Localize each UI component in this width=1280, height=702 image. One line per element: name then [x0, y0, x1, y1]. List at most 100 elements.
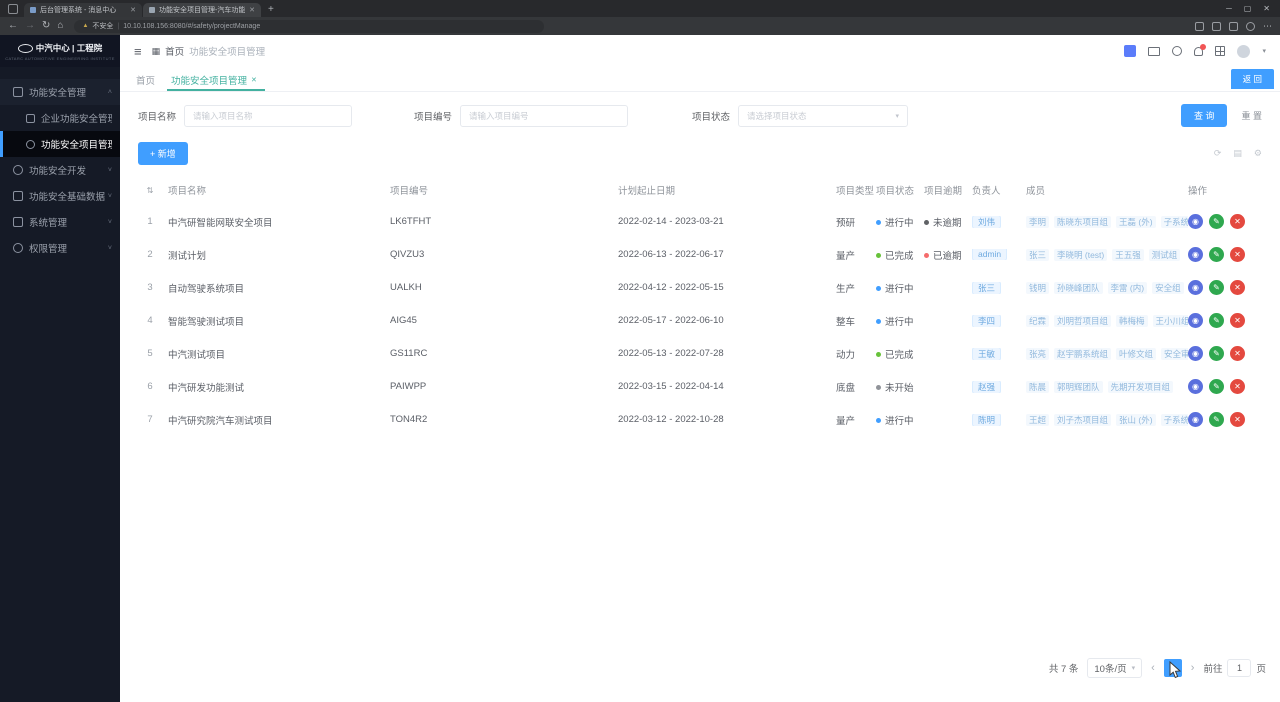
- project-type: 预研: [836, 217, 856, 229]
- delete-button[interactable]: ✕: [1230, 379, 1245, 394]
- add-button[interactable]: + 新增: [138, 142, 188, 165]
- project-code: QIVZU3: [390, 249, 425, 260]
- project-name-link[interactable]: 自动驾驶系统项目: [168, 281, 390, 295]
- tab2-close-icon[interactable]: ✕: [249, 6, 255, 14]
- browser-tab-2[interactable]: 功能安全项目管理-汽车功能安全平台 ✕: [143, 3, 261, 17]
- hamburger-icon[interactable]: ≡: [134, 44, 142, 59]
- sort-icon[interactable]: ⇅: [147, 186, 154, 195]
- sidebar-item-system-management[interactable]: 系统管理 ˅: [0, 209, 120, 235]
- page-size-select[interactable]: 10条/页 ▾: [1087, 658, 1143, 678]
- member-chip: 陈晨: [1026, 380, 1050, 393]
- delete-button[interactable]: ✕: [1230, 214, 1245, 229]
- row-actions: ◉ ✎ ✕: [1188, 412, 1262, 427]
- project-name-link[interactable]: 中汽研究院汽车测试项目: [168, 413, 390, 427]
- refresh-icon[interactable]: ⟳: [1214, 148, 1222, 159]
- edit-button[interactable]: ✎: [1209, 412, 1224, 427]
- home-icon[interactable]: ⌂: [57, 21, 63, 31]
- app-shortcut-icon[interactable]: [1124, 45, 1137, 57]
- project-name-link[interactable]: 中汽研发功能测试: [168, 380, 390, 394]
- delete-button[interactable]: ✕: [1230, 280, 1245, 295]
- delete-button[interactable]: ✕: [1230, 412, 1245, 427]
- browser-menu-icon[interactable]: ⋯: [1263, 21, 1272, 32]
- tag-active[interactable]: 功能安全项目管理 ✕: [167, 67, 265, 91]
- project-dates: 2022-06-13 - 2022-06-17: [618, 249, 724, 260]
- split-screen-icon[interactable]: [1195, 21, 1204, 31]
- view-button[interactable]: ◉: [1188, 214, 1203, 229]
- project-name-link[interactable]: 中汽研智能网联安全项目: [168, 215, 390, 229]
- view-button[interactable]: ◉: [1188, 247, 1203, 262]
- sidebar-item-safety-management[interactable]: 功能安全管理 ˄: [0, 79, 120, 105]
- tab1-close-icon[interactable]: ✕: [130, 6, 136, 14]
- forward-icon[interactable]: →: [25, 21, 35, 31]
- project-status: 已完成: [876, 248, 924, 262]
- edit-button[interactable]: ✎: [1209, 214, 1224, 229]
- tab-overview-icon[interactable]: [8, 4, 18, 14]
- project-owner: 赵强: [972, 380, 1026, 393]
- browser-toolbar: ← → ↻ ⌂ ▲ 不安全 | 10.10.108.156:8080/#/saf…: [0, 17, 1280, 35]
- back-icon[interactable]: ←: [8, 21, 18, 31]
- edit-button[interactable]: ✎: [1209, 379, 1224, 394]
- profile-avatar-icon[interactable]: [1246, 21, 1255, 31]
- project-name-link[interactable]: 智能驾驶测试项目: [168, 314, 390, 328]
- sidebar-item-permission-management[interactable]: 权限管理 ˅: [0, 235, 120, 261]
- toolbar-right-icons: ⋯: [1195, 21, 1272, 32]
- member-chip: 李晓明 (test): [1054, 248, 1108, 261]
- document-icon: [26, 113, 35, 123]
- edit-button[interactable]: ✎: [1209, 346, 1224, 361]
- browser-tab-1[interactable]: 后台管理系统 - 消息中心 ✕: [24, 3, 142, 17]
- sidebar-item-safety-base-data[interactable]: 功能安全基础数据 ˅: [0, 183, 120, 209]
- view-button[interactable]: ◉: [1188, 346, 1203, 361]
- minimize-button[interactable]: ─: [1226, 4, 1232, 13]
- sidebar-item-project-management[interactable]: 功能安全项目管理: [0, 131, 120, 157]
- project-status-label: 项目状态: [692, 111, 731, 123]
- project-type: 量产: [836, 415, 856, 427]
- breadcrumb-home[interactable]: 首页: [165, 44, 184, 58]
- project-code-input[interactable]: [460, 104, 629, 127]
- favorites-icon[interactable]: [1212, 21, 1221, 31]
- screen-icon[interactable]: [1148, 46, 1161, 56]
- page-1-button[interactable]: 1: [1163, 659, 1182, 677]
- collections-icon[interactable]: [1229, 21, 1238, 31]
- project-status-select[interactable]: 请选择项目状态 ▾: [738, 104, 909, 127]
- refresh-icon[interactable]: ↻: [42, 21, 50, 31]
- view-button[interactable]: ◉: [1188, 412, 1203, 427]
- sidebar-item-safety-development[interactable]: 功能安全开发 ˅: [0, 157, 120, 183]
- table-body: 1 中汽研智能网联安全项目 LK6TFHT 2022-02-14 - 2023-03-…: [138, 205, 1262, 436]
- sidebar-item-enterprise-safety[interactable]: 企业功能安全管理: [0, 105, 120, 131]
- edit-button[interactable]: ✎: [1209, 280, 1224, 295]
- view-button[interactable]: ◉: [1188, 379, 1203, 394]
- edit-button[interactable]: ✎: [1209, 247, 1224, 262]
- project-name-link[interactable]: 中汽测试项目: [168, 347, 390, 361]
- delete-button[interactable]: ✕: [1230, 346, 1245, 361]
- table-toolbar: + 新增 ⟳ ▤ ⚙: [138, 142, 1262, 165]
- search-button[interactable]: 查 询: [1180, 104, 1228, 127]
- address-bar[interactable]: ▲ 不安全 | 10.10.108.156:8080/#/safety/proj…: [74, 19, 545, 33]
- delete-button[interactable]: ✕: [1230, 313, 1245, 328]
- goto-page-input[interactable]: 1: [1227, 659, 1252, 677]
- monitor-icon: [13, 217, 23, 227]
- new-tab-button[interactable]: +: [268, 4, 274, 15]
- tag-close-icon[interactable]: ✕: [251, 76, 257, 84]
- delete-button[interactable]: ✕: [1230, 247, 1245, 262]
- project-name-link[interactable]: 测试计划: [168, 248, 390, 262]
- column-settings-icon[interactable]: ⚙: [1254, 148, 1262, 159]
- density-icon[interactable]: ▤: [1233, 148, 1242, 159]
- avatar[interactable]: [1237, 44, 1251, 58]
- project-name-input[interactable]: [184, 104, 353, 127]
- bell-icon[interactable]: [1194, 43, 1207, 56]
- maximize-button[interactable]: ▢: [1244, 4, 1252, 13]
- next-page-button[interactable]: ›: [1191, 662, 1195, 674]
- language-icon[interactable]: [1172, 46, 1183, 56]
- reset-button[interactable]: 重 置: [1241, 109, 1262, 122]
- row-actions: ◉ ✎ ✕: [1188, 379, 1262, 394]
- fullscreen-icon[interactable]: [1215, 46, 1226, 56]
- close-button[interactable]: ✕: [1263, 4, 1270, 13]
- prev-page-button[interactable]: ‹: [1151, 662, 1155, 674]
- view-button[interactable]: ◉: [1188, 313, 1203, 328]
- project-dates: 2022-04-12 - 2022-05-15: [618, 282, 724, 293]
- view-button[interactable]: ◉: [1188, 280, 1203, 295]
- back-button[interactable]: 返 回: [1230, 69, 1274, 89]
- avatar-caret-icon[interactable]: ▾: [1262, 47, 1266, 55]
- tag-home[interactable]: 首页: [136, 71, 155, 87]
- edit-button[interactable]: ✎: [1209, 313, 1224, 328]
